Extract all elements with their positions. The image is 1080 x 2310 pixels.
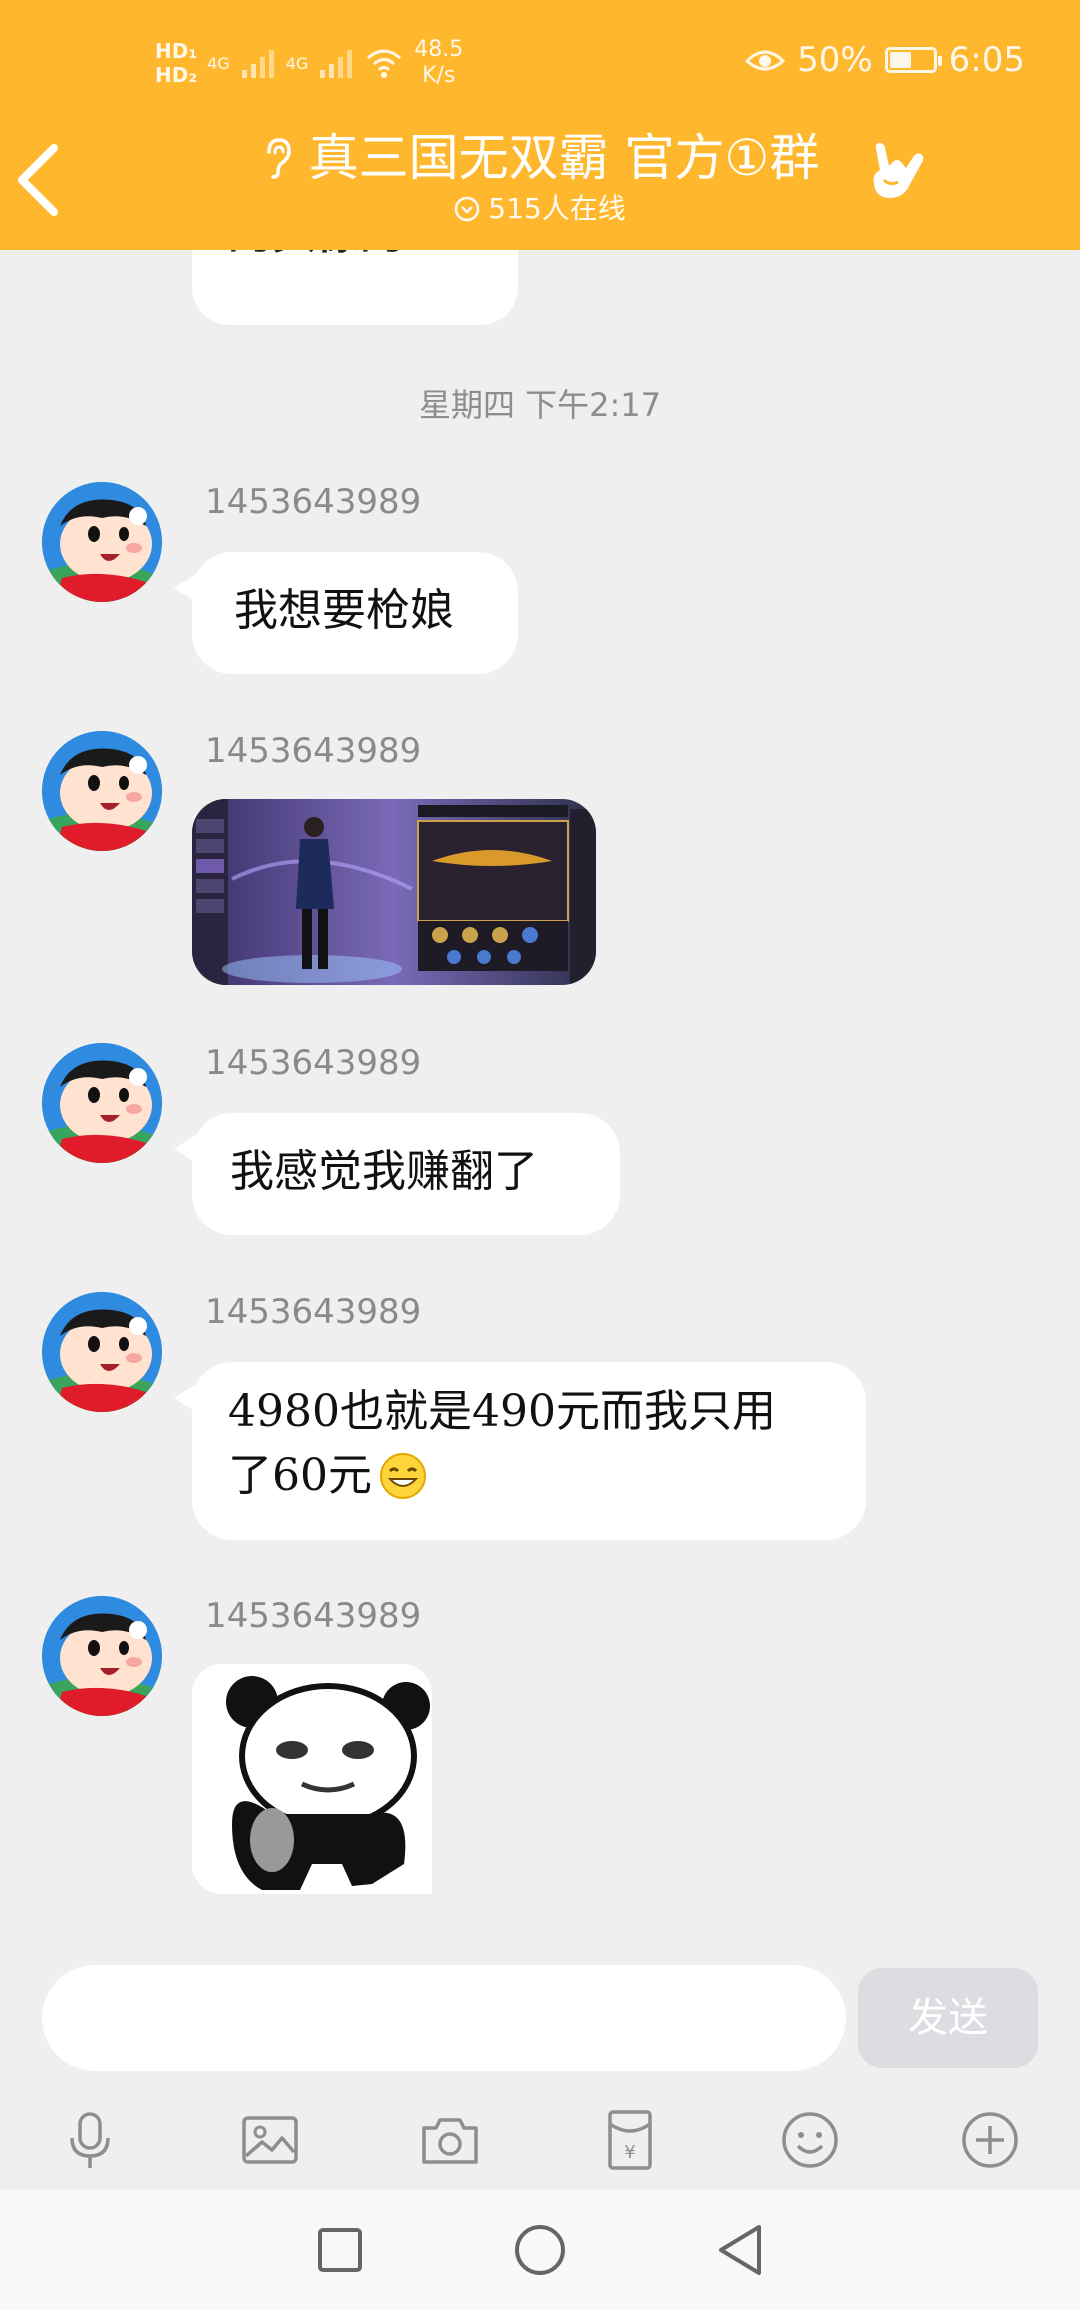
hd2-label: HD₂ [155,63,198,87]
camera-icon [422,2118,478,2164]
recent-apps-button[interactable] [310,2220,370,2280]
hd1-label: HD₁ [155,39,198,63]
emoji-icon [782,2112,838,2168]
message-bubble[interactable]: 我想要枪娘 [174,552,518,674]
status-bar: HD₁ HD₂ 4G 4G 48.5 K/s 50% 6:05 [0,0,1080,120]
composer: 发送 [0,1950,1080,2090]
partial-message-bubble: 的头像的 [192,250,518,325]
red-packet-button[interactable]: ¥ [595,2105,665,2175]
clock: 6:05 [948,40,1025,80]
system-back-button[interactable] [710,2220,770,2280]
sender-name: 1453643989 [205,731,422,771]
online-count: 515人在线 [488,192,626,225]
hand-gesture-icon [873,143,924,198]
hd-indicators: HD₁ HD₂ [155,39,197,87]
panda-sticker-art [192,1664,432,1894]
online-check-icon [455,196,480,222]
back-triangle-icon [719,2225,761,2275]
battery-percent: 50% [797,40,873,80]
game-screenshot-art [192,799,596,985]
signal-bars-icon [320,50,353,78]
camera-button[interactable] [415,2105,485,2175]
cartoon-boy-avatar [42,1292,162,1412]
more-button[interactable] [955,2105,1025,2175]
avatar[interactable] [42,731,162,851]
cartoon-boy-avatar [42,731,162,851]
voice-button[interactable] [55,2105,125,2175]
avatar[interactable] [42,1292,162,1412]
group-settings-button[interactable] [862,140,932,210]
panda-meme-sticker[interactable] [192,1664,432,1894]
input-toolbar: ¥ [0,2090,1080,2190]
sender-name: 1453643989 [205,1043,422,1083]
net-speed: 48.5 K/s [414,37,463,89]
battery-icon [884,47,942,73]
chat-area[interactable]: 的头像的 星期四 下午2:17 1453643989 我想要枪娘 [0,250,1080,1950]
cartoon-boy-avatar [42,1596,162,1716]
message-bubble[interactable]: 4980也就是490元而我只用 了60元 [174,1362,866,1540]
red-packet-icon: ¥ [608,2110,652,2170]
message-text-line2: 了60元 [228,1450,372,1501]
wifi-icon [367,49,402,78]
timestamp: 星期四 下午2:17 [418,386,662,424]
system-nav-bar [0,2190,1080,2310]
image-icon [242,2116,298,2164]
battery-fill [889,52,911,68]
home-icon [515,2225,565,2275]
mic-icon [70,2112,110,2168]
partial-message-text: 的头像的 [228,250,404,258]
sender-name: 1453643989 [205,1292,422,1332]
plus-icon [962,2112,1018,2168]
image-button[interactable] [235,2105,305,2175]
net-speed-unit: K/s [422,63,456,88]
message-text: 我感觉我赚翻了 [230,1146,538,1197]
sender-name: 1453643989 [205,1596,422,1636]
cartoon-boy-avatar [42,1043,162,1163]
avatar[interactable] [42,1043,162,1163]
game-screenshot-image[interactable] [192,799,596,985]
recent-apps-icon [318,2228,362,2272]
message-text-line1: 4980也就是490元而我只用 [228,1386,776,1437]
eye-comfort-icon [745,50,786,71]
signal-bars-icon [241,50,274,78]
grin-emoji [380,1453,426,1499]
avatar[interactable] [42,482,162,602]
svg-text:¥: ¥ [624,2142,635,2163]
sender-name: 1453643989 [205,482,422,522]
message-bubble[interactable]: 我感觉我赚翻了 [174,1113,620,1235]
send-button[interactable]: 发送 [858,1968,1038,2068]
message-text: 我想要枪娘 [234,585,454,636]
net-speed-value: 48.5 [414,37,464,62]
message-input[interactable] [42,1965,846,2071]
ear-icon [266,138,291,179]
signal2-label: 4G [285,53,309,73]
page-title: 真三国无双霸 官方①群 [308,129,820,187]
chat-header: HD₁ HD₂ 4G 4G 48.5 K/s 50% 6:05 真三国无双霸 官… [0,0,1080,250]
emoji-button[interactable] [775,2105,845,2175]
avatar[interactable] [42,1596,162,1716]
cartoon-boy-avatar [42,482,162,602]
signal1-label: 4G [207,53,230,73]
home-button[interactable] [510,2220,570,2280]
